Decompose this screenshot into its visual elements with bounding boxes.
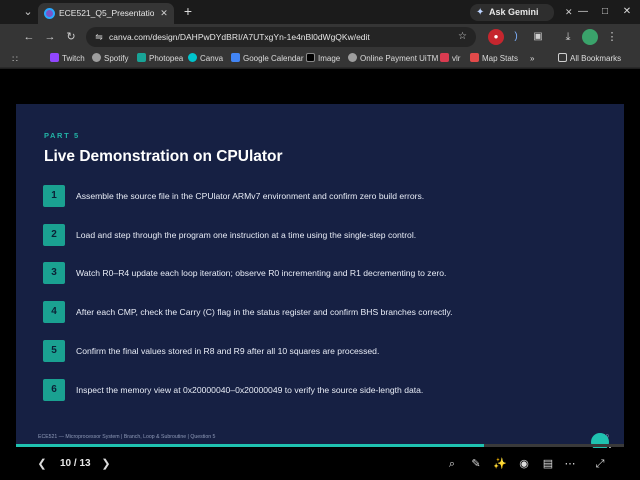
gemini-label: Ask Gemini (489, 7, 539, 17)
slide-footer: ECE521 — Microprocessor System | Branch,… (38, 434, 216, 440)
progress-fill (16, 444, 485, 447)
back-arrow-icon[interactable]: ← (20, 28, 38, 46)
canva-icon (44, 8, 55, 19)
tab-search-icon[interactable]: ⌄ (18, 4, 38, 20)
presenter-controls: ❮ 10 / 13 ❯ ⌕ ✎ ✨ ◉ ▤ ⋯ ⤢ (0, 448, 640, 480)
extension-red-icon[interactable]: ● (488, 29, 504, 45)
gemini-sparkle-icon: ✦ (476, 7, 485, 18)
close-icon[interactable]: ✕ (157, 6, 171, 20)
step-item: 6 Inspect the memory view at 0x20000040–… (43, 379, 603, 401)
step-text: Inspect the memory view at 0x20000040–0x… (76, 385, 424, 395)
x-logo-icon (306, 53, 315, 62)
address-bar[interactable]: ⇋ canva.com/design/DAHPwDYdBRI/A7UTxgYn-… (86, 27, 476, 47)
minimize-button[interactable]: — (575, 3, 591, 21)
bookmark-image[interactable]: Image (306, 52, 340, 66)
active-tab[interactable]: ECE521_Q5_Presentation.pptx ✕ (38, 3, 174, 24)
exit-fullscreen-icon[interactable]: ⤢ (592, 456, 608, 472)
zoom-icon[interactable]: ⌕ (444, 456, 460, 472)
bookmark-star-icon[interactable]: ☆ (458, 29, 472, 45)
photopea-icon (137, 53, 146, 62)
step-number: 6 (43, 379, 65, 401)
bookmark-google-calendar[interactable]: Google Calendar (231, 52, 303, 66)
browser-menu-icon[interactable]: ⋮ (604, 29, 620, 45)
maximize-button[interactable]: □ (597, 3, 613, 21)
presentation-progress-bar (16, 444, 624, 447)
spotify-icon (92, 53, 101, 62)
more-bookmarks-chevron-icon[interactable]: » (530, 52, 534, 66)
vlr-icon (440, 53, 449, 62)
part-label: PART 5 (44, 131, 80, 140)
browser-window: ⌄ ECE521_Q5_Presentation.pptx ✕ + ✦ Ask … (0, 0, 640, 480)
step-item: 1 Assemble the source file in the CPUlat… (43, 185, 603, 207)
folder-icon (558, 53, 567, 62)
forward-arrow-icon[interactable]: → (41, 28, 59, 46)
download-icon[interactable]: ⤓ (560, 29, 576, 45)
new-tab-button[interactable]: + (180, 4, 196, 20)
address-toolbar: ← → ↻ ⇋ canva.com/design/DAHPwDYdBRI/A7U… (0, 24, 640, 50)
bookmarks-bar: ∷ Twitch Spotify Photopea Canva Google C… (0, 50, 640, 68)
bookmark-spotify[interactable]: Spotify (92, 52, 128, 66)
step-number: 3 (43, 262, 65, 284)
bookmark-vlr[interactable]: vlr (440, 52, 460, 66)
step-text: Watch R0–R4 update each loop iteration; … (76, 268, 447, 278)
site-info-icon[interactable]: ⇋ (92, 30, 106, 44)
bookmark-photopea[interactable]: Photopea (137, 52, 183, 66)
all-bookmarks-folder[interactable]: All Bookmarks (558, 52, 621, 66)
live-broadcast-icon[interactable]: ◉ (516, 456, 532, 472)
twitch-icon (50, 53, 59, 62)
step-item: 4 After each CMP, check the Carry (C) fl… (43, 301, 603, 323)
next-slide-chevron-icon[interactable]: ❯ (98, 456, 114, 472)
window-close-button[interactable]: ✕ (619, 3, 635, 21)
more-options-icon[interactable]: ⋯ (562, 456, 578, 472)
tab-title: ECE521_Q5_Presentation.pptx (59, 8, 154, 18)
bookmark-canva[interactable]: Canva (188, 52, 223, 66)
magic-shortcuts-icon[interactable]: ✨ (492, 456, 508, 472)
step-number: 1 (43, 185, 65, 207)
step-text: Assemble the source file in the CPUlator… (76, 191, 425, 201)
captions-icon[interactable]: ▤ (540, 456, 556, 472)
slide-title: Live Demonstration on CPUlator (44, 148, 283, 165)
step-item: 3 Watch R0–R4 update each loop iteration… (43, 262, 603, 284)
tab-bar: ⌄ ECE521_Q5_Presentation.pptx ✕ + ✦ Ask … (0, 0, 640, 24)
step-item: 2 Load and step through the program one … (43, 224, 603, 246)
extensions-puzzle-icon[interactable]: ▣ (530, 29, 546, 45)
step-item: 5 Confirm the final values stored in R8 … (43, 340, 603, 362)
draw-pen-icon[interactable]: ✎ (468, 456, 484, 472)
step-number: 5 (43, 340, 65, 362)
bookmark-online-payment[interactable]: Online Payment UiTM (348, 52, 438, 66)
presentation-stage: PART 5 Live Demonstration on CPUlator 1 … (0, 69, 640, 454)
previous-slide-chevron-icon[interactable]: ❮ (34, 456, 50, 472)
bookmark-map-stats[interactable]: Map Stats (470, 52, 518, 66)
step-number: 4 (43, 301, 65, 323)
step-text: After each CMP, check the Carry (C) flag… (76, 307, 453, 317)
map-stats-icon (470, 53, 479, 62)
ask-gemini-button[interactable]: ✦ Ask Gemini (470, 4, 554, 21)
bookmark-twitch[interactable]: Twitch (50, 52, 85, 66)
calendar-icon (231, 53, 240, 62)
reload-icon[interactable]: ↻ (62, 28, 80, 46)
canva-bookmark-icon (188, 53, 197, 62)
page-indicator: 10 / 13 (60, 458, 91, 469)
slide: PART 5 Live Demonstration on CPUlator 1 … (16, 104, 624, 447)
apps-grid-icon[interactable]: ∷ (8, 52, 22, 66)
step-number: 2 (43, 224, 65, 246)
globe-icon (348, 53, 357, 62)
step-text: Load and step through the program one in… (76, 230, 417, 240)
step-text: Confirm the final values stored in R8 an… (76, 346, 380, 356)
profile-avatar[interactable] (582, 29, 598, 45)
url-text[interactable]: canva.com/design/DAHPwDYdBRI/A7UTxgYn-1e… (109, 31, 370, 43)
extension-audio-icon[interactable]: ) (508, 29, 524, 45)
